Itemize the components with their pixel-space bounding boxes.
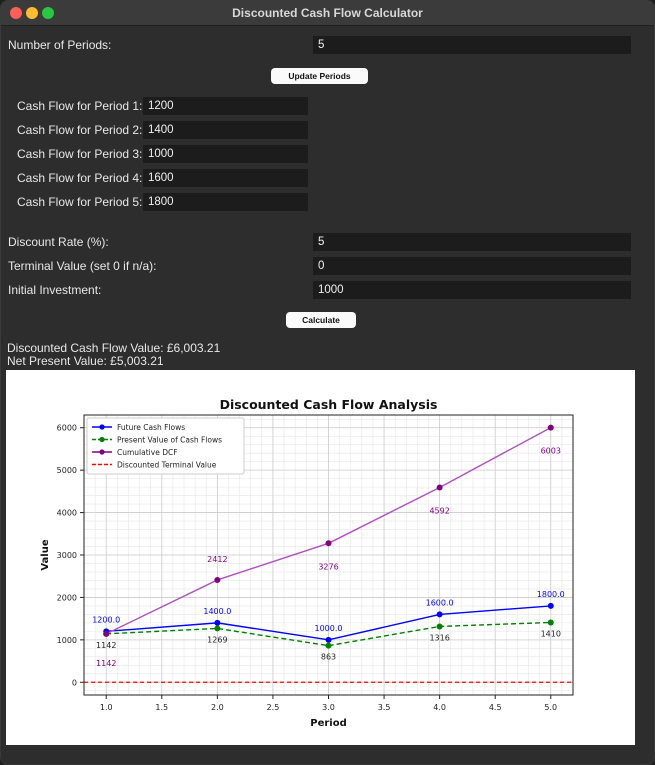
data-point: [436, 611, 443, 618]
cash-flow-label-4: Cash Flow for Period 4:: [17, 171, 143, 185]
legend-label: Present Value of Cash Flows: [117, 436, 222, 445]
data-point: [325, 540, 332, 547]
data-point: [547, 619, 554, 626]
periods-input[interactable]: 5: [313, 36, 631, 54]
data-point: [325, 636, 332, 643]
cash-flow-input-3[interactable]: 1000: [143, 145, 308, 163]
data-point: [214, 619, 221, 626]
x-tick-label: 2.5: [267, 703, 280, 712]
discount-rate-label: Discount Rate (%):: [8, 235, 109, 249]
data-label: 6003: [541, 447, 561, 456]
x-tick-label: 4.0: [433, 703, 446, 712]
data-label: 1400.0: [203, 607, 231, 616]
y-tick-label: 1000: [57, 636, 77, 645]
legend-label: Discounted Terminal Value: [117, 461, 217, 470]
data-label: 1800.0: [537, 590, 565, 599]
legend-marker: [99, 436, 105, 443]
data-point: [214, 576, 221, 583]
cash-flow-input-4[interactable]: 1600: [143, 169, 308, 187]
data-point: [103, 630, 110, 637]
data-label: 863: [321, 653, 336, 662]
data-point: [325, 642, 332, 649]
y-axis-label: Value: [40, 539, 51, 570]
y-tick-label: 4000: [57, 509, 77, 518]
terminal-value-label: Terminal Value (set 0 if n/a):: [8, 259, 157, 273]
x-tick-label: 3.0: [322, 703, 335, 712]
periods-label: Number of Periods:: [8, 38, 112, 52]
data-point: [214, 625, 221, 632]
dcf-result-text: Discounted Cash Flow Value: £6,003.21: [7, 341, 221, 355]
npv-result-text: Net Present Value: £5,003.21: [7, 354, 164, 368]
data-label: 1142: [96, 659, 116, 668]
data-label: 1142: [96, 641, 116, 650]
data-point: [547, 602, 554, 609]
data-label: 3276: [318, 562, 338, 571]
data-label: 1410: [541, 629, 561, 638]
update-periods-button[interactable]: Update Periods: [271, 68, 368, 84]
chart-title: Discounted Cash Flow Analysis: [220, 397, 438, 412]
x-tick-label: 3.5: [378, 703, 391, 712]
app-window: Discounted Cash Flow Calculator Number o…: [0, 0, 655, 765]
x-tick-label: 1.5: [155, 703, 168, 712]
data-point: [436, 623, 443, 630]
initial-investment-label: Initial Investment:: [8, 283, 102, 297]
legend-marker: [99, 449, 105, 455]
x-tick-label: 4.5: [489, 703, 502, 712]
cash-flow-input-1[interactable]: 1200: [143, 97, 308, 115]
data-point: [547, 424, 554, 431]
legend-label: Future Cash Flows: [117, 423, 185, 432]
terminal-value-input[interactable]: 0: [313, 257, 631, 275]
data-label: 1316: [429, 633, 449, 642]
x-tick-label: 5.0: [544, 703, 557, 712]
data-label: 1269: [207, 635, 227, 644]
window-title: Discounted Cash Flow Calculator: [232, 6, 423, 20]
y-tick-label: 6000: [57, 424, 77, 433]
x-tick-label: 1.0: [100, 703, 113, 712]
cash-flow-input-5[interactable]: 1800: [143, 193, 308, 211]
chart-panel: 1.0 1.5 2.0 2.5 3.0 3.5 4.0 4.5 5.0 0 1000 2000 3000…: [6, 370, 635, 745]
discount-rate-input[interactable]: 5: [313, 233, 631, 251]
legend-label: Cumulative DCF: [117, 448, 178, 457]
cash-flow-label-1: Cash Flow for Period 1:: [17, 99, 143, 113]
y-tick-label: 5000: [57, 466, 77, 475]
data-label: 1200.0: [92, 615, 120, 624]
y-tick-label: 0: [72, 678, 77, 687]
dcf-chart: 1.0 1.5 2.0 2.5 3.0 3.5 4.0 4.5 5.0 0 1000 2000 3000…: [40, 397, 574, 729]
title-bar: Discounted Cash Flow Calculator: [1, 1, 654, 26]
data-label: 2412: [207, 555, 227, 564]
cash-flow-input-2[interactable]: 1400: [143, 121, 308, 139]
data-label: 1600.0: [426, 598, 454, 607]
initial-investment-input[interactable]: 1000: [313, 281, 631, 299]
data-label: 1000.0: [315, 624, 343, 633]
y-tick-label: 3000: [57, 551, 77, 560]
calculate-button[interactable]: Calculate: [286, 312, 356, 328]
data-label: 4592: [429, 506, 449, 515]
x-tick-label: 2.0: [211, 703, 224, 712]
cash-flow-label-3: Cash Flow for Period 3:: [17, 147, 143, 161]
cash-flow-label-5: Cash Flow for Period 5:: [17, 195, 143, 209]
y-tick-label: 2000: [57, 593, 77, 602]
data-point: [436, 484, 443, 491]
cash-flow-label-2: Cash Flow for Period 2:: [17, 123, 143, 137]
legend-marker: [99, 424, 105, 430]
x-axis-label: Period: [310, 718, 347, 729]
